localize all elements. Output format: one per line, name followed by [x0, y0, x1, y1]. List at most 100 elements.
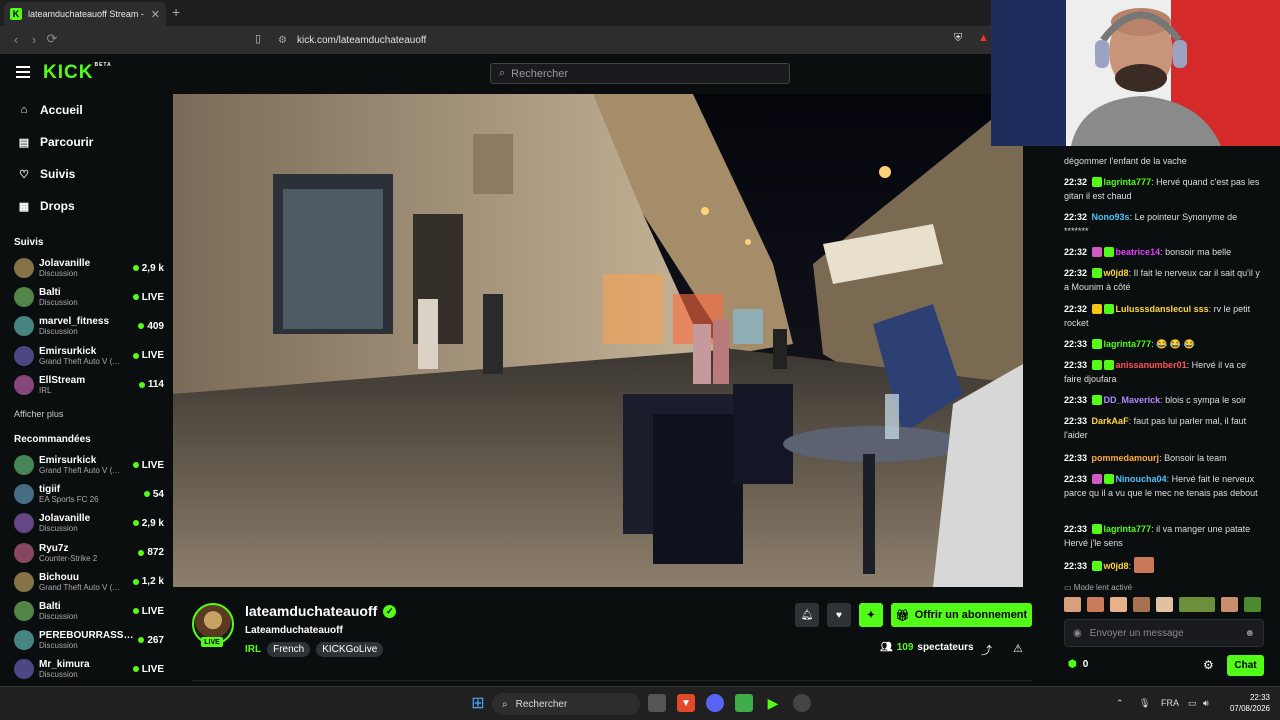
viewer-value: LIVE: [141, 459, 164, 471]
chat-username[interactable]: Nono93s: [1092, 212, 1130, 222]
report-icon[interactable]: ⚠: [1013, 642, 1023, 655]
chat-username[interactable]: lagrinta777: [1104, 339, 1152, 349]
tag-chip[interactable]: KICKGoLive: [316, 642, 384, 657]
points-icon: ⬢: [1068, 659, 1077, 670]
site-settings-icon[interactable]: ⚙: [278, 35, 287, 46]
notification-bell-button[interactable]: 🔔︎: [795, 603, 819, 627]
user-badge-icon: [1091, 524, 1102, 534]
obs-icon[interactable]: [793, 694, 811, 712]
start-icon[interactable]: ⊞: [469, 694, 487, 712]
chat-username[interactable]: w0jd8: [1104, 268, 1129, 278]
nav-accueil[interactable]: ⌂ Accueil: [18, 103, 83, 117]
sidebar-channel[interactable]: Mr_kimura Discussion LIVE: [14, 655, 164, 683]
bookmark-icon[interactable]: ▯: [255, 32, 261, 45]
emoji-icon[interactable]: ☻: [1244, 628, 1255, 639]
chat-username[interactable]: Ninoucha04: [1116, 474, 1167, 484]
sidebar-channel[interactable]: Balti Discussion LIVE: [14, 597, 164, 625]
emote[interactable]: [1110, 597, 1127, 612]
viewer-count: 👥︎ 109 spectateurs: [880, 642, 974, 653]
search-input[interactable]: ⌕ Rechercher: [490, 63, 790, 84]
chat-username[interactable]: DD_Maverick: [1104, 395, 1161, 405]
language-indicator[interactable]: FRA: [1161, 698, 1179, 708]
brave-browser-icon[interactable]: ▼: [677, 694, 695, 712]
channel-name[interactable]: lateamduchateauoff ✓: [245, 603, 397, 619]
category-link[interactable]: IRL: [245, 644, 261, 655]
show-more-link[interactable]: Afficher plus: [14, 409, 63, 419]
share-icon[interactable]: ⤴: [981, 642, 992, 658]
emote[interactable]: [1064, 597, 1081, 612]
channel-info: Emirsurkick Grand Theft Auto V (…: [39, 455, 133, 475]
emote[interactable]: [1156, 597, 1173, 612]
chat-text: Le pointeur Synonyme de *******: [1064, 212, 1238, 236]
video-player[interactable]: [173, 94, 1023, 587]
chat-text: dégommer l'enfant de la vache: [1064, 156, 1187, 166]
nav-drops[interactable]: ▦ Drops: [18, 199, 75, 213]
reload-icon[interactable]: ⟳: [44, 31, 60, 47]
chat-username[interactable]: pommedamourj: [1092, 453, 1160, 463]
chat-username[interactable]: lagrinta777: [1104, 177, 1152, 187]
gift-button[interactable]: ✦: [859, 603, 883, 627]
chat-message: 22:32 Lulusssdanslecul sss: rv le petit …: [1064, 304, 1251, 328]
chat-input[interactable]: ◉ Envoyer un message ☻: [1064, 619, 1264, 647]
badge-icon[interactable]: ◉: [1073, 628, 1082, 639]
tray-chevron-icon[interactable]: ⌃: [1116, 698, 1124, 709]
sidebar-channel[interactable]: Balti Discussion LIVE: [14, 283, 164, 311]
sidebar-channel[interactable]: Jolavanille Discussion 2,9 k: [14, 509, 164, 537]
emote[interactable]: [1179, 597, 1215, 612]
gift-subscription-button[interactable]: 🎁︎ Offrir un abonnement: [891, 603, 1032, 627]
sidebar-channel[interactable]: EllStream IRL 114: [14, 371, 164, 399]
sidebar-channel[interactable]: Bichouu Grand Theft Auto V (… 1,2 k: [14, 568, 164, 596]
chat-username[interactable]: anissanumber01: [1116, 360, 1187, 370]
chat-username[interactable]: Lulusssdanslecul sss: [1116, 304, 1209, 314]
emote[interactable]: [1087, 597, 1104, 612]
app-icon[interactable]: [735, 694, 753, 712]
taskbar-search[interactable]: ⌕ Rechercher: [492, 693, 640, 715]
sidebar-channel[interactable]: marvel_fitness Discussion 409: [14, 312, 164, 340]
sidebar-channel[interactable]: Ryu7z Counter-Strike 2 872: [14, 539, 164, 567]
sidebar-channel[interactable]: Emirsurkick Grand Theft Auto V (… LIVE: [14, 342, 164, 370]
back-icon[interactable]: ‹: [8, 31, 24, 47]
viewer-value: LIVE: [141, 291, 164, 303]
sidebar-channel[interactable]: Emirsurkick Grand Theft Auto V (… LIVE: [14, 451, 164, 479]
emote: [1133, 557, 1154, 573]
new-tab-button[interactable]: +: [172, 4, 180, 20]
tag-chip[interactable]: French: [267, 642, 311, 657]
follow-button[interactable]: ♥: [827, 603, 851, 627]
emote[interactable]: [1244, 597, 1261, 612]
channel-category: Discussion: [39, 269, 78, 278]
emote[interactable]: [1221, 597, 1238, 612]
menu-icon[interactable]: [16, 66, 30, 78]
sidebar-channel[interactable]: Jolavanille Discussion 2,9 k: [14, 254, 164, 282]
nav-parcourir[interactable]: ▤ Parcourir: [18, 135, 94, 149]
sidebar-channel[interactable]: PEREBOURRASSE69 Discussion 267: [14, 626, 164, 654]
discord-icon[interactable]: [706, 694, 724, 712]
channel-points[interactable]: ⬢ 0: [1068, 659, 1088, 670]
kick-logo[interactable]: KICKBETA: [43, 62, 112, 84]
chat-settings-icon[interactable]: ⚙: [1203, 658, 1214, 672]
microphone-icon[interactable]: 🎙︎: [1139, 698, 1150, 709]
browser-tab[interactable]: K lateamduchateauoff Stream - W ✕: [4, 2, 166, 26]
nav-suivis[interactable]: ♡ Suivis: [18, 167, 75, 181]
taskbar-clock[interactable]: 22:33 07/08/2026: [1222, 692, 1270, 714]
chat-username[interactable]: DarkAaF: [1092, 416, 1129, 426]
brave-shield-icon[interactable]: ⛨: [954, 32, 962, 45]
channel-name: Emirsurkick: [39, 345, 97, 357]
forward-icon[interactable]: ›: [26, 31, 42, 47]
channel-info: Jolavanille Discussion: [39, 258, 133, 278]
close-tab-icon[interactable]: ✕: [151, 8, 160, 21]
brave-rewards-icon[interactable]: ▲: [978, 32, 989, 44]
viewer-value: LIVE: [141, 350, 164, 362]
kick-app-icon[interactable]: ▶: [764, 694, 782, 712]
emote[interactable]: [1133, 597, 1150, 612]
chat-message: 22:32 w0jd8: Il fait le nerveux car il s…: [1064, 268, 1260, 292]
task-view-icon[interactable]: [648, 694, 666, 712]
chat-username[interactable]: w0jd8: [1104, 561, 1129, 571]
sidebar-channel[interactable]: tigiif EA Sports FC 26 54: [14, 480, 164, 508]
send-chat-button[interactable]: Chat: [1227, 655, 1264, 676]
webcam-overlay: [991, 0, 1280, 146]
url-field[interactable]: ⚙ kick.com/lateamduchateauoff: [278, 30, 978, 50]
network-icon[interactable]: ▭: [1188, 698, 1197, 709]
chat-username[interactable]: beatrice14: [1116, 247, 1161, 257]
chat-username[interactable]: lagrinta777: [1104, 524, 1152, 534]
volume-icon[interactable]: 🔊︎: [1203, 698, 1209, 709]
